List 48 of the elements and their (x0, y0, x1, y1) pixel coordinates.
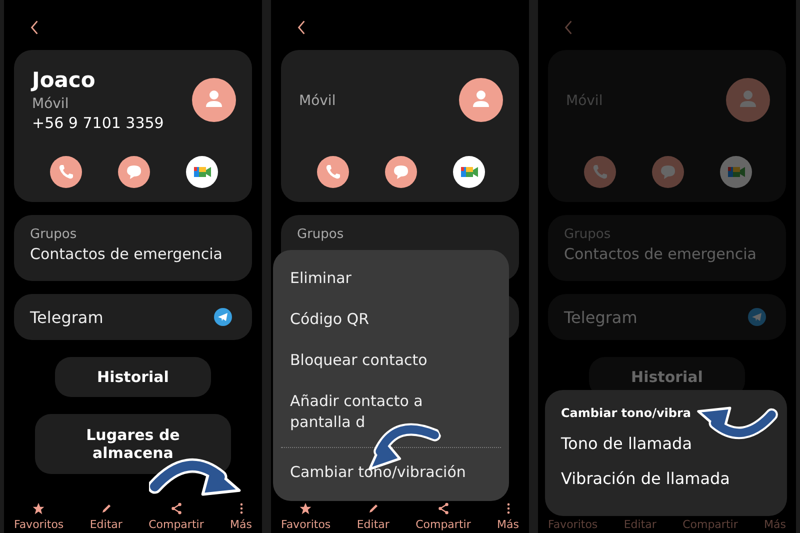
message-icon[interactable] (118, 156, 150, 188)
avatar-icon (459, 78, 503, 122)
menu-item[interactable]: Cambiar tono/vibración (273, 452, 509, 493)
video-call-icon[interactable] (453, 156, 485, 188)
nav-item[interactable]: Compartir (416, 502, 471, 531)
video-call-icon[interactable] (186, 156, 218, 188)
menu-item[interactable]: Bloquear contacto (273, 340, 509, 381)
phone-label: Móvil (299, 93, 336, 109)
avatar-icon (726, 78, 770, 122)
sheet-item[interactable]: Tono de llamada (561, 434, 771, 453)
groups-label: Grupos (297, 227, 345, 242)
groups-label: Grupos (30, 227, 78, 242)
menu-item[interactable]: Añadir contacto a pantalla d (273, 381, 509, 443)
phone-label: Móvil (32, 96, 70, 112)
nav-item[interactable]: Más (230, 502, 252, 531)
sheet-title: Cambiar tono/vibra (561, 406, 692, 420)
group-name: Contactos de emergencia (30, 245, 224, 263)
paper-plane-icon[interactable] (214, 308, 232, 326)
nav-item[interactable]: Favoritos (14, 502, 64, 531)
nav-item[interactable]: Favoritos (281, 502, 331, 531)
nav-item[interactable]: Compartir (148, 502, 204, 531)
nav-item[interactable]: Editar (356, 502, 390, 531)
share-icon (170, 502, 183, 515)
share-icon (436, 502, 450, 515)
nav-item[interactable]: Editar (90, 502, 122, 531)
back-icon[interactable] (30, 20, 39, 35)
back-icon[interactable] (297, 20, 306, 35)
app-name: Telegram (30, 308, 104, 326)
call-icon[interactable] (317, 156, 349, 188)
option-button[interactable]: Historial (55, 357, 211, 397)
option-button[interactable]: Lugares de almacena (35, 414, 231, 474)
app-name: Telegram (564, 308, 638, 326)
star-icon (299, 502, 312, 515)
call-icon[interactable] (50, 156, 82, 188)
star-icon (32, 502, 46, 515)
pencil-icon (100, 502, 113, 515)
sheet-item[interactable]: Vibración de llamada (561, 469, 771, 488)
groups-card[interactable]: Grupos Contactos de emergencia (14, 215, 252, 281)
phone-label: Móvil (566, 93, 603, 109)
nav-item[interactable]: Más (497, 502, 519, 531)
avatar-icon (192, 78, 236, 122)
phone-number: +56 9 7101 3359 (32, 114, 164, 132)
message-icon[interactable] (385, 156, 417, 188)
menu-item[interactable]: Código QR (273, 299, 509, 340)
contact-name: Joaco (32, 68, 96, 92)
app-card[interactable]: Telegram (14, 294, 252, 340)
groups-label: Grupos (564, 227, 612, 242)
group-name: Contactos de emergencia (564, 245, 758, 263)
